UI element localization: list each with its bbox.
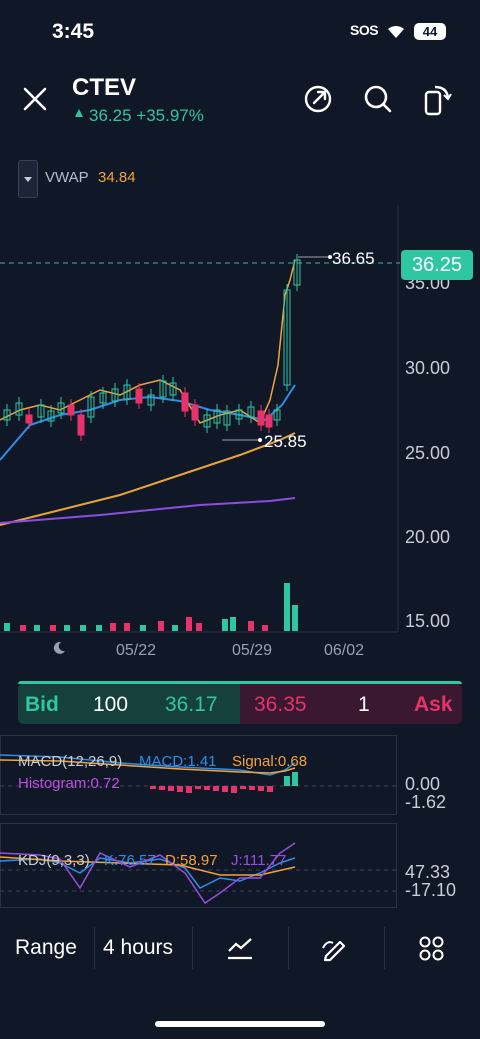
indicator-toggle-button[interactable] <box>18 160 38 198</box>
caret-down-icon <box>24 177 32 182</box>
wifi-icon <box>388 25 404 38</box>
macd-value: MACD:1.41 <box>139 753 217 770</box>
kdj-label: KDJ(9,3,3) <box>18 852 90 869</box>
toolbar-divider <box>288 927 289 969</box>
histogram-bar <box>150 786 156 789</box>
bid-price: 36.17 <box>165 693 218 716</box>
histogram-bar <box>213 786 219 791</box>
low-annotation: 25.85 <box>264 432 307 451</box>
signal-value: Signal:0.68 <box>232 753 308 770</box>
close-icon[interactable] <box>22 86 48 112</box>
volume-bar <box>186 617 192 631</box>
ask-label: Ask <box>414 693 453 716</box>
y-tick-20: 20.00 <box>405 527 451 547</box>
high-annotation: 36.65 <box>332 249 375 268</box>
spread-indicator <box>18 681 462 684</box>
volume-bar <box>158 621 164 631</box>
status-time: 3:45 <box>52 20 95 43</box>
macd-label: MACD(12,26,9) <box>18 753 123 770</box>
volume-bar <box>172 625 178 631</box>
histogram-bar <box>222 786 228 792</box>
bid-size: 100 <box>93 693 129 716</box>
y-tick-15: 15.00 <box>405 611 451 631</box>
histogram-bar <box>231 786 237 793</box>
vwap-value: 34.84 <box>98 169 136 186</box>
kdj-axis-bottom: -17.10 <box>405 880 457 900</box>
volume-bar <box>4 623 10 631</box>
vwap-label: VWAP <box>45 169 89 186</box>
histogram-bar <box>249 786 255 790</box>
volume-bar <box>96 625 102 631</box>
moon-icon <box>53 641 65 654</box>
x-tick-0529: 05/29 <box>232 642 273 659</box>
bid-label: Bid <box>25 693 59 716</box>
grid-menu-icon[interactable] <box>419 936 445 962</box>
histogram-bar <box>258 786 264 791</box>
volume-bar <box>196 623 202 631</box>
volume-bar <box>222 619 228 631</box>
toolbar-divider <box>192 927 193 969</box>
x-tick-0522: 05/22 <box>116 642 157 659</box>
toolbar-divider <box>94 927 95 969</box>
ask-size: 1 <box>358 693 370 716</box>
battery-icon: 44 <box>414 23 446 40</box>
histogram-bar <box>284 776 290 786</box>
toolbar-divider <box>384 927 385 969</box>
x-tick-0602: 06/02 <box>324 642 365 659</box>
volume-bar <box>80 625 86 631</box>
kdj-j-value: J:111.77 <box>231 852 287 869</box>
histogram-bar <box>168 786 174 791</box>
range-button[interactable]: Range <box>15 936 77 960</box>
histogram-bar <box>204 786 210 790</box>
volume-bar <box>110 623 116 631</box>
search-icon[interactable] <box>363 84 393 114</box>
rotate-device-icon[interactable] <box>423 84 453 116</box>
kdj-k-value: K:76.57 <box>104 852 156 869</box>
histogram-bar <box>240 786 246 789</box>
carrier-label: SOS <box>350 22 379 38</box>
status-bar: 3:45 SOS 44 <box>0 0 480 60</box>
volume-bar <box>140 625 146 631</box>
price-change: 36.25 +35.97% <box>89 106 204 125</box>
histogram-bar <box>177 786 183 792</box>
volume-bar <box>50 625 56 631</box>
up-arrow-icon <box>75 109 83 117</box>
share-icon[interactable] <box>303 84 333 114</box>
histogram-bar <box>186 786 192 793</box>
volume-bar <box>230 617 236 631</box>
volume-bar <box>284 583 290 631</box>
y-tick-25: 25.00 <box>405 443 451 463</box>
volume-bar <box>34 625 40 631</box>
volume-bar <box>64 625 70 631</box>
histogram-bar <box>195 786 201 789</box>
home-indicator <box>155 1021 325 1027</box>
histogram-value: Histogram:0.72 <box>18 775 120 792</box>
histogram-bar <box>292 772 298 786</box>
histogram-bar <box>159 786 165 790</box>
indicator-chart-icon[interactable] <box>226 935 254 961</box>
volume-bar <box>20 625 26 631</box>
draw-pencil-icon[interactable] <box>320 934 348 962</box>
ask-price: 36.35 <box>254 693 307 716</box>
volume-bar <box>124 623 130 631</box>
volume-bar <box>248 621 254 631</box>
kdj-d-value: D:58.97 <box>165 852 218 869</box>
volume-bar <box>292 605 298 631</box>
ticker-symbol: CTEV <box>72 74 137 101</box>
histogram-bar <box>267 786 273 792</box>
interval-button[interactable]: 4 hours <box>103 936 173 960</box>
y-tick-30: 30.00 <box>405 358 451 378</box>
macd-axis-bottom: -1.62 <box>405 792 447 812</box>
last-price-badge: 36.25 <box>401 250 473 280</box>
volume-bar <box>262 625 268 631</box>
